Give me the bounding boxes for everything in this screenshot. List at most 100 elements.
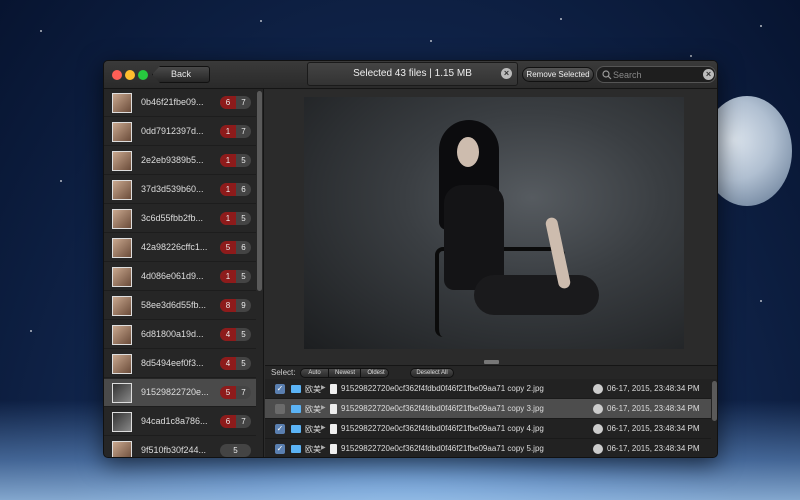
group-name: 42a98226cffc1... bbox=[141, 242, 208, 252]
file-list-scrollbar[interactable] bbox=[712, 381, 717, 421]
thumbnail-image bbox=[112, 93, 132, 113]
sidebar-scrollbar[interactable] bbox=[257, 91, 262, 291]
sidebar-item[interactable]: 4d086e061d9... 15 bbox=[104, 263, 256, 291]
path-arrow-icon: ▶ bbox=[321, 425, 326, 431]
file-date: 06-17, 2015, 23:48:34 PM bbox=[607, 424, 700, 433]
search-input[interactable] bbox=[613, 68, 701, 81]
file-checkbox[interactable]: ✓ bbox=[275, 444, 285, 454]
folder-icon bbox=[291, 445, 301, 453]
file-row[interactable]: 欧美 ▶ 91529822720e0cf362f4fdbd0f46f21fbe0… bbox=[265, 399, 711, 419]
group-name: 91529822720e... bbox=[141, 387, 209, 397]
group-name: 2e2eb9389b5... bbox=[141, 155, 204, 165]
resize-handle[interactable] bbox=[484, 360, 499, 364]
count-badge: 57 bbox=[220, 386, 251, 399]
reveal-magnifier-icon[interactable] bbox=[593, 444, 603, 454]
folder-icon bbox=[291, 405, 301, 413]
sidebar-item[interactable]: 2e2eb9389b5... 15 bbox=[104, 147, 256, 175]
file-name: 91529822720e0cf362f4fdbd0f46f21fbe09aa71… bbox=[341, 404, 544, 413]
file-date: 06-17, 2015, 23:48:34 PM bbox=[607, 384, 700, 393]
file-icon bbox=[330, 424, 337, 434]
file-checkbox[interactable] bbox=[275, 404, 285, 414]
group-name: 4d086e061d9... bbox=[141, 271, 204, 281]
reveal-magnifier-icon[interactable] bbox=[593, 424, 603, 434]
file-list: ✓ 欧美 ▶ 91529822720e0cf362f4fdbd0f46f21fb… bbox=[265, 379, 717, 457]
group-name: 8d5494eef0f3... bbox=[141, 358, 204, 368]
folder-name: 欧美 bbox=[305, 405, 321, 414]
preview-photo bbox=[304, 97, 684, 349]
group-name: 94cad1c8a786... bbox=[141, 416, 208, 426]
thumbnail-image bbox=[112, 412, 132, 432]
file-name: 91529822720e0cf362f4fdbd0f46f21fbe09aa71… bbox=[341, 384, 544, 393]
folder-icon bbox=[291, 425, 301, 433]
thumbnail-image bbox=[112, 441, 132, 457]
count-badge: 56 bbox=[220, 241, 251, 254]
duplicate-groups-sidebar: 0b46f21fbe09... 67 0dd7912397d... 17 2e2… bbox=[104, 89, 264, 457]
reveal-magnifier-icon[interactable] bbox=[593, 384, 603, 394]
sidebar-item[interactable]: 42a98226cffc1... 56 bbox=[104, 234, 256, 262]
deselect-all-button[interactable]: Deselect All bbox=[410, 368, 454, 378]
back-button[interactable]: Back bbox=[152, 66, 210, 83]
folder-name: 欧美 bbox=[305, 385, 321, 394]
search-box[interactable]: × bbox=[596, 66, 716, 83]
sidebar-item[interactable]: 91529822720e... 57 bbox=[104, 379, 256, 407]
close-window-button[interactable] bbox=[112, 70, 122, 80]
image-preview-pane bbox=[265, 89, 717, 365]
thumbnail-image bbox=[112, 209, 132, 229]
group-name: 0b46f21fbe09... bbox=[141, 97, 204, 107]
sidebar-item[interactable]: 6d81800a19d... 45 bbox=[104, 321, 256, 349]
select-label: Select: bbox=[271, 368, 296, 377]
count-badge: 16 bbox=[220, 183, 251, 196]
status-clear-icon[interactable]: × bbox=[501, 68, 512, 79]
minimize-window-button[interactable] bbox=[125, 70, 135, 80]
count-badge: 67 bbox=[220, 96, 251, 109]
sidebar-item[interactable]: 94cad1c8a786... 67 bbox=[104, 408, 256, 436]
search-clear-icon[interactable]: × bbox=[703, 69, 714, 80]
search-icon bbox=[602, 70, 612, 80]
sidebar-item[interactable]: 9f510fb30f244... 5 bbox=[104, 437, 256, 457]
remove-selected-button[interactable]: Remove Selected bbox=[522, 67, 594, 82]
sidebar-item[interactable]: 0dd7912397d... 17 bbox=[104, 118, 256, 146]
group-name: 6d81800a19d... bbox=[141, 329, 204, 339]
thumbnail-image bbox=[112, 122, 132, 142]
file-date: 06-17, 2015, 23:48:34 PM bbox=[607, 444, 700, 453]
thumbnail-image bbox=[112, 180, 132, 200]
sidebar-item[interactable]: 0b46f21fbe09... 67 bbox=[104, 89, 256, 117]
sidebar-item[interactable]: 3c6d55fbb2fb... 15 bbox=[104, 205, 256, 233]
group-name: 0dd7912397d... bbox=[141, 126, 204, 136]
count-badge: 45 bbox=[220, 357, 251, 370]
reveal-magnifier-icon[interactable] bbox=[593, 404, 603, 414]
sidebar-item[interactable]: 58ee3d6d55fb... 89 bbox=[104, 292, 256, 320]
file-icon bbox=[330, 384, 337, 394]
count-badge: 5 bbox=[220, 444, 251, 457]
file-checkbox[interactable]: ✓ bbox=[275, 384, 285, 394]
thumbnail-image bbox=[112, 267, 132, 287]
sidebar-item[interactable]: 37d3d539b60... 16 bbox=[104, 176, 256, 204]
select-newest-button[interactable]: Newest bbox=[330, 369, 361, 377]
folder-name: 欧美 bbox=[305, 445, 321, 454]
maximize-window-button[interactable] bbox=[138, 70, 148, 80]
file-name: 91529822720e0cf362f4fdbd0f46f21fbe09aa71… bbox=[341, 444, 544, 453]
select-auto-button[interactable]: Auto bbox=[301, 369, 329, 377]
titlebar: Back Selected 43 files | 1.15 MB × Remov… bbox=[104, 61, 717, 89]
file-icon bbox=[330, 404, 337, 414]
file-date: 06-17, 2015, 23:48:34 PM bbox=[607, 404, 700, 413]
thumbnail-image bbox=[112, 151, 132, 171]
select-oldest-button[interactable]: Oldest bbox=[362, 369, 388, 377]
app-window: Back Selected 43 files | 1.15 MB × Remov… bbox=[103, 60, 718, 458]
file-icon bbox=[330, 444, 337, 454]
file-checkbox[interactable]: ✓ bbox=[275, 424, 285, 434]
count-badge: 89 bbox=[220, 299, 251, 312]
count-badge: 17 bbox=[220, 125, 251, 138]
select-mode-group: Auto Newest Oldest bbox=[300, 368, 389, 378]
thumbnail-image bbox=[112, 354, 132, 374]
file-row[interactable]: ✓ 欧美 ▶ 91529822720e0cf362f4fdbd0f46f21fb… bbox=[265, 379, 711, 399]
file-row[interactable]: ✓ 欧美 ▶ 91529822720e0cf362f4fdbd0f46f21fb… bbox=[265, 439, 711, 457]
group-name: 37d3d539b60... bbox=[141, 184, 204, 194]
selection-status: Selected 43 files | 1.15 MB bbox=[307, 62, 518, 86]
count-badge: 15 bbox=[220, 212, 251, 225]
file-row[interactable]: ✓ 欧美 ▶ 91529822720e0cf362f4fdbd0f46f21fb… bbox=[265, 419, 711, 439]
count-badge: 67 bbox=[220, 415, 251, 428]
path-arrow-icon: ▶ bbox=[321, 445, 326, 451]
thumbnail-image bbox=[112, 296, 132, 316]
sidebar-item[interactable]: 8d5494eef0f3... 45 bbox=[104, 350, 256, 378]
